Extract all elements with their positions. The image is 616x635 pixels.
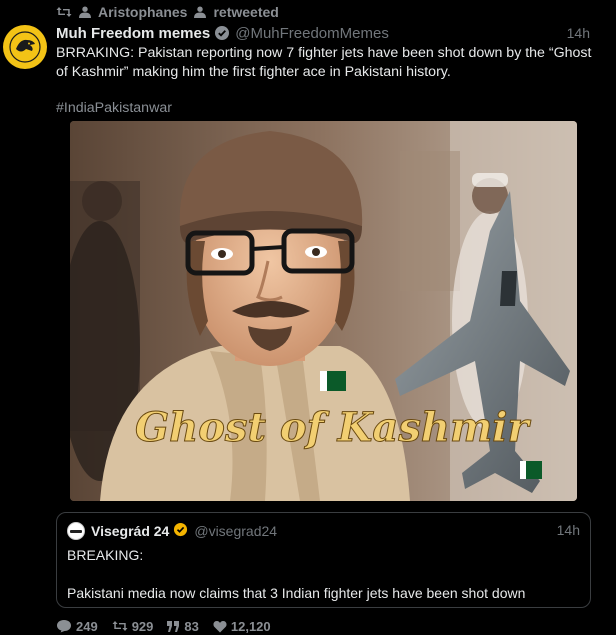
quoted-text-body: Pakistani media now claims that 3 Indian…	[67, 585, 526, 601]
quoted-tweet[interactable]: Visegrád 24 @visegrad24 14h BREAKING: Pa…	[56, 512, 591, 608]
retweet-button[interactable]: 929	[112, 618, 154, 634]
quoted-text-heading: BREAKING:	[67, 547, 144, 563]
image-caption: Ghost of Kashmir	[135, 404, 531, 451]
reply-count: 249	[76, 618, 98, 634]
retweet-action-label: retweeted	[213, 4, 279, 20]
like-count: 12,120	[230, 618, 271, 634]
quote-button[interactable]: 83	[167, 618, 199, 634]
quoted-timestamp[interactable]: 14h	[557, 522, 580, 538]
heart-icon	[213, 620, 227, 633]
user-icon	[193, 6, 207, 18]
quoted-author-handle[interactable]: @visegrad24	[194, 523, 277, 539]
reply-icon	[56, 619, 72, 633]
quoted-avatar[interactable]	[67, 522, 85, 540]
verified-badge-icon	[173, 522, 188, 540]
quote-icon	[167, 620, 180, 632]
retweeter-name[interactable]: Aristophanes	[98, 4, 187, 20]
retweet-count: 929	[131, 618, 154, 634]
verified-badge-icon	[214, 25, 230, 41]
retweet-icon	[112, 620, 128, 632]
tweet-image[interactable]: Ghost of Kashmir	[70, 121, 577, 501]
avatar[interactable]	[3, 25, 47, 69]
like-button[interactable]: 12,120	[213, 619, 271, 634]
tweet-text: BRRAKING: Pakistan reporting now 7 fight…	[56, 45, 592, 80]
author-name[interactable]: Muh Freedom memes	[56, 25, 210, 42]
hashtag-link[interactable]: #IndiaPakistanwar	[56, 100, 172, 116]
quote-count: 83	[184, 618, 199, 634]
tweet-actions: 249 929 83 12,120	[56, 617, 285, 635]
retweet-icon	[56, 6, 72, 18]
retweet-context: Aristophanes retweeted	[56, 3, 279, 21]
user-icon	[78, 6, 92, 18]
tweet-timestamp[interactable]: 14h	[567, 25, 590, 41]
eagle-logo-icon	[4, 26, 46, 68]
reply-button[interactable]: 249	[56, 619, 98, 634]
tweet-header: Muh Freedom memes @MuhFreedomMemes 14h	[56, 23, 590, 43]
author-handle[interactable]: @MuhFreedomMemes	[235, 25, 389, 42]
quoted-author-name[interactable]: Visegrád 24	[91, 523, 169, 539]
